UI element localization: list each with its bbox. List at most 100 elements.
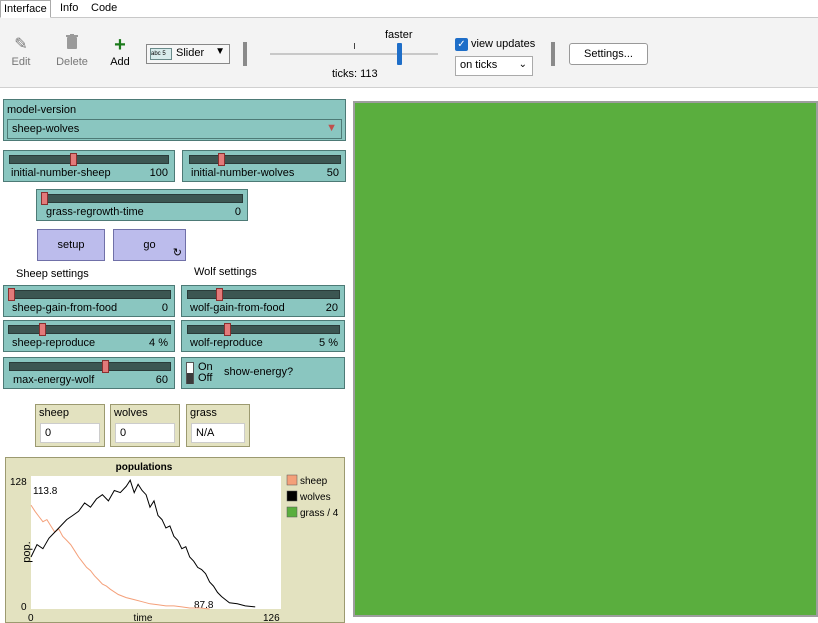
slider-value: 60: [155, 374, 168, 386]
slider-track[interactable]: [187, 290, 340, 299]
slider-thumb[interactable]: [8, 288, 15, 301]
chooser-value: sheep-wolves: [12, 123, 80, 135]
sheep-settings-label: Sheep settings: [16, 268, 89, 280]
slider-wolf-gain-from-food[interactable]: wolf-gain-from-food 20: [181, 285, 345, 317]
switch-off-label: Off: [198, 372, 213, 384]
forever-icon: ↻: [172, 247, 182, 259]
switch-track[interactable]: [186, 362, 194, 384]
slider-label: grass-regrowth-time: [46, 206, 144, 218]
legend-label: sheep: [300, 476, 328, 487]
slider-wolf-reproduce[interactable]: wolf-reproduce 5 %: [181, 320, 345, 352]
plot-canvas: populations 128 00 126 time pop. 113.8 87.8 shee…: [10, 462, 339, 622]
switch-name: show-energy?: [224, 366, 294, 378]
slider-thumb[interactable]: [216, 288, 224, 301]
setup-button[interactable]: setup: [37, 229, 105, 261]
slider-thumb[interactable]: [223, 323, 231, 336]
slider-thumb[interactable]: [70, 153, 78, 166]
trash-icon: [53, 34, 91, 56]
speed-slider-track[interactable]: [270, 53, 438, 55]
legend-label: wolves: [299, 492, 331, 503]
toolbar-separator: [551, 42, 555, 66]
settings-button[interactable]: Settings...: [569, 43, 648, 65]
edit-button[interactable]: ✎ Edit: [8, 34, 34, 68]
checkmark-icon: ✓: [457, 39, 466, 50]
slider-sheep-reproduce[interactable]: sheep-reproduce 4 %: [3, 320, 175, 352]
slider-track[interactable]: [189, 155, 341, 164]
tab-info[interactable]: Info: [57, 0, 81, 18]
slider-thumb[interactable]: [218, 153, 225, 166]
tab-code[interactable]: Code: [88, 0, 120, 18]
monitor-label: grass: [190, 407, 217, 419]
slider-value: 4 %: [149, 337, 168, 349]
plot-annotation: 113.8: [33, 486, 58, 497]
update-mode-select[interactable]: on ticks ⌄: [455, 56, 533, 76]
speed-slider-thumb[interactable]: [397, 43, 402, 65]
monitor-sheep: sheep 0: [35, 404, 105, 447]
chevron-down-icon: ▼: [215, 46, 225, 57]
model-version-chooser[interactable]: model-version sheep-wolves ▼: [3, 99, 346, 141]
y-tick-label: 128: [10, 477, 27, 488]
slider-track[interactable]: [8, 325, 171, 334]
slider-track[interactable]: [187, 325, 340, 334]
y-tick-label: 0: [21, 602, 27, 613]
slider-track[interactable]: [9, 362, 171, 371]
speed-label: faster: [385, 29, 413, 41]
slider-label: max-energy-wolf: [13, 374, 95, 386]
monitor-value: N/A: [191, 423, 245, 443]
slider-initial-number-sheep[interactable]: initial-number-sheep 100: [3, 150, 175, 182]
slider-value: 0: [161, 302, 168, 314]
slider-track[interactable]: [41, 194, 243, 203]
monitor-wolves: wolves 0: [110, 404, 180, 447]
legend-swatch: [286, 490, 298, 502]
toolbar-separator: [243, 42, 247, 66]
slider-thumb[interactable]: [39, 323, 47, 336]
delete-label: Delete: [56, 56, 88, 68]
widget-type-value: Slider: [176, 47, 205, 59]
slider-track[interactable]: [9, 155, 169, 164]
slider-value: 20: [325, 302, 338, 314]
slider-thumb[interactable]: [102, 360, 109, 373]
slider-track[interactable]: [8, 290, 171, 299]
show-energy-switch[interactable]: On Off show-energy?: [181, 357, 345, 389]
update-mode-value: on ticks: [460, 59, 498, 71]
slider-value: 100: [149, 167, 168, 179]
pencil-icon: ✎: [14, 36, 28, 53]
tab-interface[interactable]: Interface: [0, 0, 51, 18]
slider-initial-number-wolves[interactable]: initial-number-wolves 50: [182, 150, 346, 182]
chooser-label: model-version: [7, 104, 77, 116]
slider-label: sheep-gain-from-food: [12, 302, 118, 314]
view-updates-checkbox[interactable]: ✓: [455, 38, 468, 51]
slider-value: 50: [326, 167, 339, 179]
slider-max-energy-wolf[interactable]: max-energy-wolf 60: [3, 357, 175, 389]
delete-button[interactable]: Delete: [53, 34, 91, 68]
populations-plot: populations 128 0 0 126 time pop. 113.8 87.8 shee…: [5, 457, 345, 623]
monitor-grass: grass N/A: [186, 404, 250, 447]
slider-sheep-gain-from-food[interactable]: sheep-gain-from-food 0: [3, 285, 175, 317]
plot-annotation: 87.8: [194, 600, 214, 611]
world-view[interactable]: [353, 101, 818, 617]
plot-title: populations: [116, 462, 173, 473]
chooser-value-box[interactable]: sheep-wolves ▼: [7, 119, 342, 139]
add-label: Add: [110, 56, 130, 68]
go-button[interactable]: go ↻: [113, 229, 186, 261]
monitor-value: 0: [40, 423, 100, 443]
switch-knob[interactable]: [187, 373, 193, 384]
add-button[interactable]: + Add: [106, 34, 134, 68]
plus-icon: +: [114, 34, 126, 56]
tab-bar: Interface Info Code: [0, 0, 818, 18]
slider-label: wolf-gain-from-food: [190, 302, 285, 314]
slider-label: initial-number-wolves: [191, 167, 295, 179]
legend-swatch: [286, 474, 298, 486]
view-updates-label: view updates: [471, 38, 536, 50]
x-tick-label: 0: [28, 613, 34, 622]
legend-swatch: [286, 506, 298, 518]
x-axis-label: time: [134, 613, 153, 622]
slider-grass-regrowth-time[interactable]: grass-regrowth-time 0: [36, 189, 248, 221]
slider-value: 5 %: [319, 337, 338, 349]
slider-thumb[interactable]: [41, 192, 48, 205]
edit-label: Edit: [11, 56, 31, 68]
widget-type-select[interactable]: abc 5 Slider ▼: [146, 44, 230, 64]
slider-label: initial-number-sheep: [11, 167, 111, 179]
y-axis-label: pop.: [21, 541, 33, 562]
dropdown-arrow-icon: ▼: [326, 122, 337, 134]
